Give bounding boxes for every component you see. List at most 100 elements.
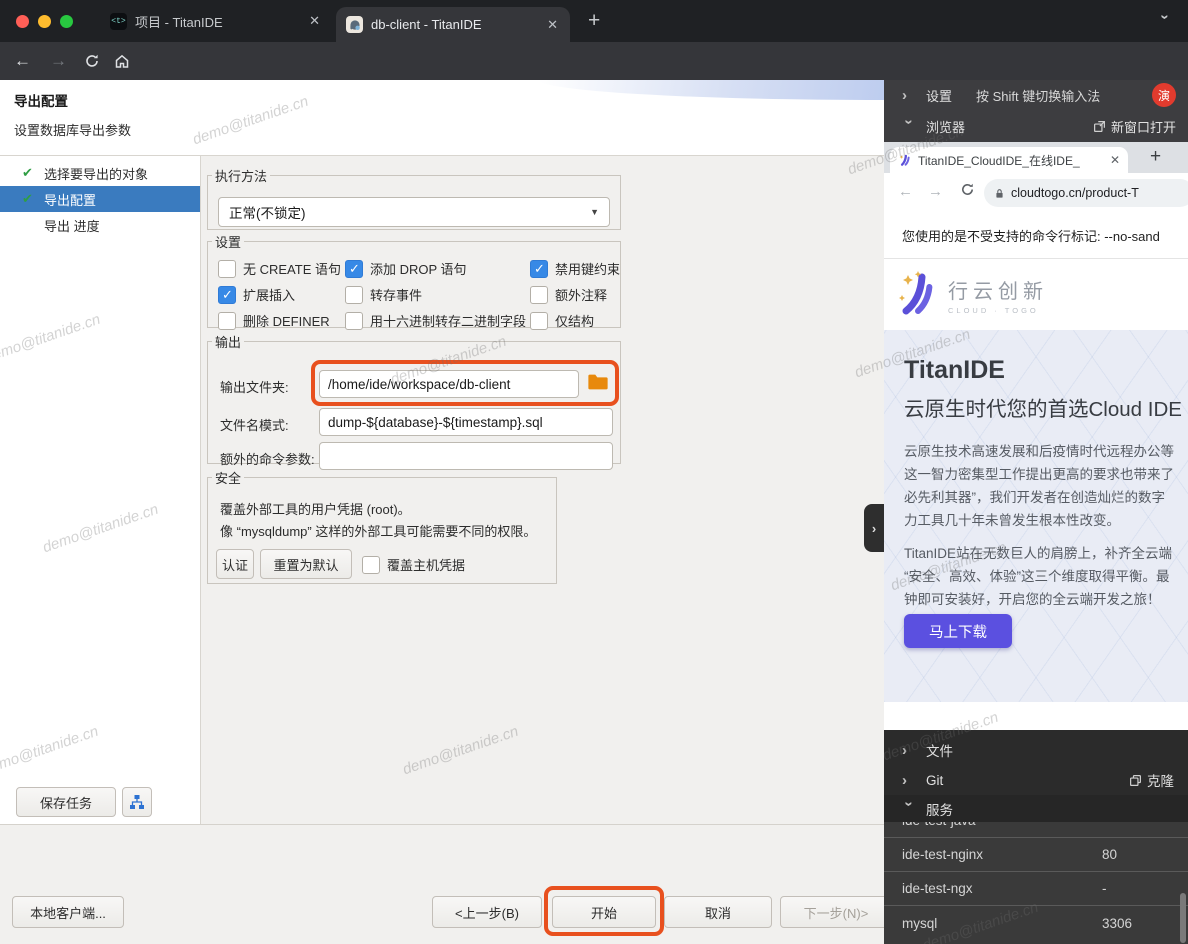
chevron-right-icon: › [902,772,916,789]
checkbox-hex-binary[interactable]: 用十六进制转存二进制字段 [345,311,530,330]
tab-title: db-client - TitanIDE [371,17,482,32]
settings-frame: 设置 无 CREATE 语句 添加 DROP 语句 禁用键约束 扩展插入 转存事… [207,232,621,328]
service-row[interactable]: ide-test-ngx - [884,872,1188,906]
window-close-button[interactable] [16,15,29,28]
tab-search-chevron-icon[interactable]: › [1157,15,1174,29]
hero-paragraph-line: “安全、高效、体验”这三个维度取得平衡。最 [904,565,1170,585]
hero-paragraph-line: 钟即可安装好，开启您的全云端开发之旅！ [904,588,1161,608]
file-pattern-label: 文件名模式: [220,415,289,434]
service-row[interactable]: ide-test-nginx 80 [884,838,1188,872]
cloudtogo-logo [896,269,944,317]
settings-legend: 设置 [212,232,244,251]
git-clone-button[interactable]: 克隆 [1129,770,1174,790]
footer-divider [0,824,884,825]
checkbox-structure-only[interactable]: 仅结构 [530,311,620,330]
preview-back-icon[interactable]: ← [898,183,913,200]
lock-icon [994,187,1005,200]
ime-hint: 按 Shift 键切换输入法 [976,86,1100,105]
preview-new-tab-button[interactable]: + [1150,146,1161,168]
dialog-title: 导出配置 [14,90,68,110]
chevron-right-icon: › [902,87,916,104]
checkbox-extra-comments[interactable]: 额外注释 [530,285,620,304]
step-export-progress[interactable]: 导出 进度 [0,212,200,238]
exec-method-select[interactable]: 正常(不锁定) ▼ [218,197,610,227]
open-new-window-button[interactable]: 新窗口打开 [1093,117,1176,136]
browser-toolbar: ← → try.titanide.cn/ide/web/coding/db-cl… [0,42,1188,80]
browse-folder-button[interactable] [587,372,613,396]
local-client-button[interactable]: 本地客户端... [12,896,124,928]
window-zoom-button[interactable] [60,15,73,28]
panel-row-services[interactable]: › 服务 [884,795,1188,822]
preview-address-bar[interactable]: cloudtogo.cn/product-T [984,179,1188,207]
security-line2: 像 “mysqldump” 这样的外部工具可能需要不同的权限。 [220,521,536,540]
settings-checkbox-grid: 无 CREATE 语句 添加 DROP 语句 禁用键约束 扩展插入 转存事件 额… [208,251,620,330]
scrollbar-thumb[interactable] [1180,893,1186,943]
service-list: ide-test-java - ide-test-nginx 80 ide-te… [884,822,1188,944]
panel-row-settings[interactable]: › 设置 按 Shift 键切换输入法 演 [884,80,1188,110]
checkbox-remove-definer[interactable]: 删除 DEFINER [218,311,345,330]
download-now-button[interactable]: 马上下载 [904,614,1012,648]
exec-method-frame: 执行方法 正常(不锁定) ▼ [207,166,621,230]
panel-row-files[interactable]: › 文件 [884,735,1188,765]
auth-button[interactable]: 认证 [216,549,254,579]
reload-icon[interactable] [84,53,100,69]
preview-tab[interactable]: TitanIDE_CloudIDE_在线IDE_ ✕ [890,147,1128,173]
security-line1: 覆盖外部工具的用户凭据 (root)。 [220,499,411,518]
checkbox-extended-insert[interactable]: 扩展插入 [218,285,345,304]
chevron-right-icon: › [902,742,916,759]
preview-reload-icon[interactable] [960,182,975,197]
reset-default-button[interactable]: 重置为默认 [260,549,352,579]
output-folder-input[interactable] [319,370,579,398]
preview-footer-gap [884,702,1188,730]
checkbox-add-drop[interactable]: 添加 DROP 语句 [345,259,530,278]
back-step-button[interactable]: <上一步(B) [432,896,542,928]
preview-forward-icon[interactable]: → [928,183,943,200]
tab-title: 项目 - TitanIDE [135,12,223,31]
security-legend: 安全 [212,468,244,487]
tab-close-icon[interactable]: ✕ [545,17,560,33]
home-icon[interactable] [114,53,130,69]
cancel-button[interactable]: 取消 [664,896,772,928]
demo-badge: 演 [1152,83,1176,107]
checkbox-no-create[interactable]: 无 CREATE 语句 [218,259,345,278]
preview-toolbar: ← → cloudtogo.cn/product-T [884,173,1188,213]
next-step-button[interactable]: 下一步(N)> [780,896,884,928]
panel-row-browser[interactable]: › 浏览器 新窗口打开 [884,110,1188,142]
checkbox-override-host-creds[interactable]: 覆盖主机凭据 [362,555,465,574]
start-button[interactable]: 开始 [552,896,656,928]
brand-block: 行云创新 CLOUD · TOGO [884,259,1188,330]
window-minimize-button[interactable] [38,15,51,28]
unsupported-flag-warning: 您使用的是不受支持的命令行标记: --no-sand [884,213,1188,259]
save-task-button[interactable]: 保存任务 [16,787,116,817]
step-export-config[interactable]: ✔ 导出配置 [0,186,200,212]
back-icon[interactable]: ← [14,52,31,69]
checkbox-dump-events[interactable]: 转存事件 [345,285,530,304]
dialog-header: 导出配置 设置数据库导出参数 [0,80,884,156]
new-window-icon [1093,120,1106,133]
preview-tab-strip: TitanIDE_CloudIDE_在线IDE_ ✕ + [884,142,1188,173]
tab-project[interactable]: <t> 项目 - TitanIDE ✕ [100,0,332,42]
chevron-down-icon: › [901,119,918,133]
step-select-objects[interactable]: ✔ 选择要导出的对象 [0,160,200,186]
header-decoration [539,80,884,100]
tab-close-icon[interactable]: ✕ [307,13,322,29]
service-row[interactable]: ide-test-java - [884,822,1188,838]
extra-args-input[interactable] [319,442,613,470]
hero-paragraph-line: 必先利其器”，我们开发者在创造灿烂的数字 [904,486,1165,506]
tab-db-client[interactable]: db-client - TitanIDE ✕ [336,7,570,42]
panel-row-git[interactable]: › Git 克隆 [884,765,1188,795]
clone-icon [1129,774,1142,787]
new-tab-button[interactable]: + [588,10,600,31]
output-legend: 输出 [212,332,244,351]
service-row[interactable]: mysql 3306 [884,906,1188,940]
check-icon: ✔ [22,165,36,181]
task-variables-button[interactable] [122,787,152,817]
forward-icon[interactable]: → [50,52,67,69]
checkbox-disable-keys[interactable]: 禁用键约束 [530,259,620,278]
preview-tab-title: TitanIDE_CloudIDE_在线IDE_ [918,152,1090,169]
screenshot-root: <t> 项目 - TitanIDE ✕ db-client - TitanIDE… [0,0,1188,944]
brand-subtitle: CLOUD · TOGO [948,306,1048,315]
panel-collapse-handle[interactable]: › [864,504,884,552]
file-pattern-input[interactable] [319,408,613,436]
preview-tab-close-icon[interactable]: ✕ [1110,153,1120,167]
